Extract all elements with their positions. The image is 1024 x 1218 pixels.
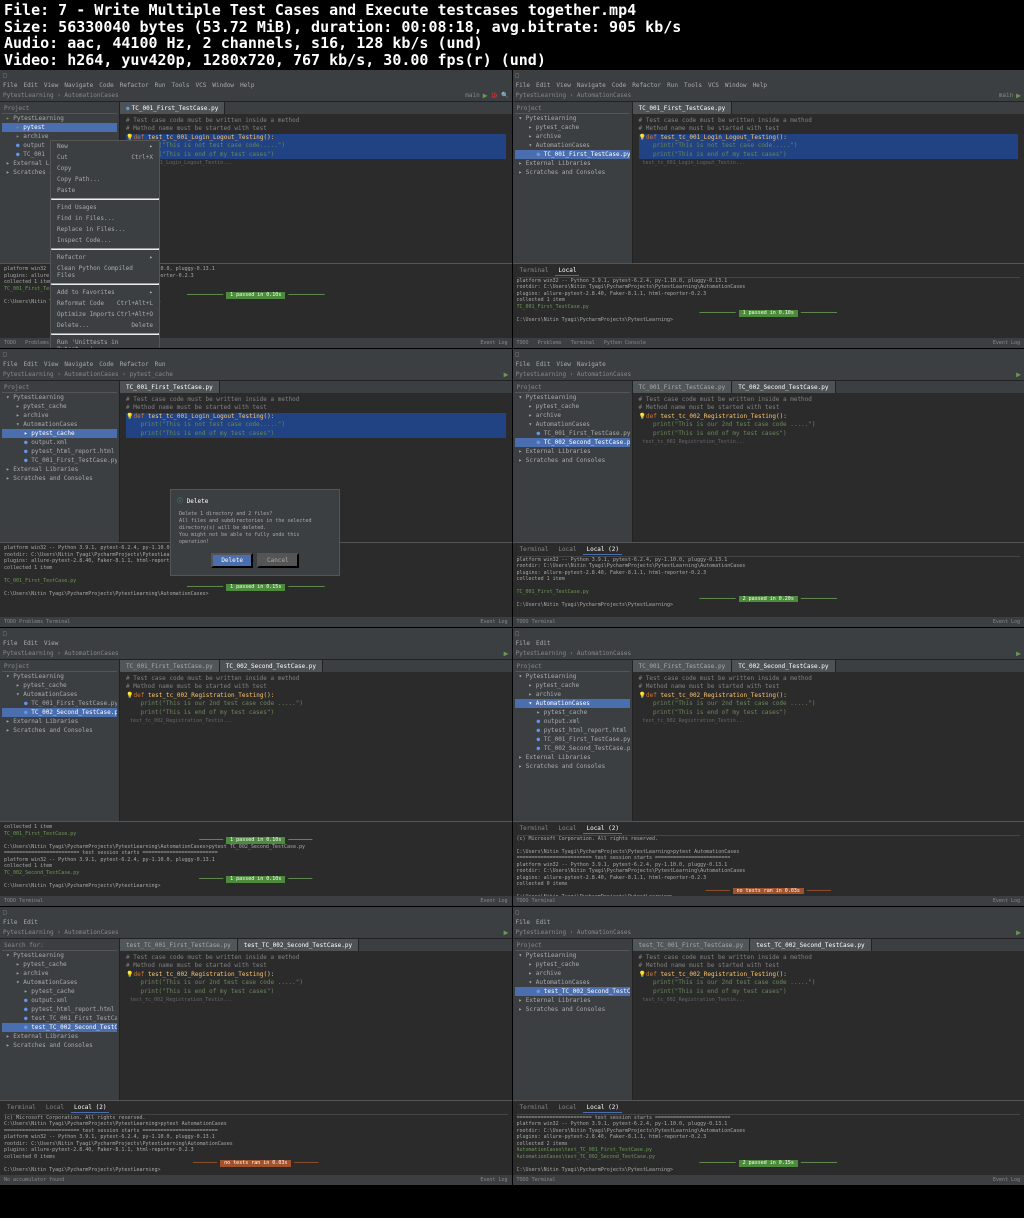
code-editor[interactable]: # Test case code must be written inside …: [633, 114, 1024, 263]
run-icon[interactable]: ▶: [1016, 91, 1021, 100]
menubar[interactable]: FileEditViewNavigateCodeRefactorRunTools…: [513, 80, 1024, 90]
delete-button[interactable]: Delete: [211, 553, 253, 568]
context-menu[interactable]: New▸ CutCtrl+X Copy Copy Path... Paste F…: [50, 140, 160, 348]
run-icon[interactable]: ▶: [483, 91, 488, 100]
search-icon[interactable]: 🔍: [501, 92, 508, 99]
window-controls-icon[interactable]: □: [516, 72, 520, 79]
file-info: File: 7 - Write Multiple Test Cases and …: [4, 2, 1020, 19]
ide-frame-2: □ FileEditViewNavigateCodeRefactorRunToo…: [513, 70, 1024, 348]
editor-tab[interactable]: TC_001_First_TestCase.py: [633, 102, 733, 114]
ide-frame-6: □ FileEdit PytestLearning › AutomationCa…: [513, 628, 1024, 906]
delete-dialog: ⓘ Delete Delete 1 directory and 2 files?…: [170, 489, 340, 576]
cancel-button[interactable]: Cancel: [257, 553, 299, 568]
ide-frame-4: □ FileEditViewNavigate PytestLearning › …: [513, 349, 1024, 627]
terminal[interactable]: TerminalLocal platform win32 -- Python 3…: [513, 263, 1024, 338]
editor-tab[interactable]: ●TC_001_First_TestCase.py: [120, 102, 225, 114]
breadcrumb[interactable]: PytestLearning › AutomationCases: [3, 92, 119, 99]
code-editor[interactable]: # Test case code must be written inside …: [120, 114, 512, 263]
window-controls-icon[interactable]: □: [3, 72, 7, 79]
video-info: Video: h264, yuv420p, 1280x720, 767 kb/s…: [4, 52, 1020, 69]
ide-frame-7: □ FileEdit PytestLearning › AutomationCa…: [0, 907, 512, 1185]
size-info: Size: 56330040 bytes (53.72 MiB), durati…: [4, 19, 1020, 36]
run-config[interactable]: main: [465, 92, 479, 99]
menubar[interactable]: FileEditViewNavigateCodeRefactorRunTools…: [0, 80, 512, 90]
ide-frame-8: □ FileEdit PytestLearning › AutomationCa…: [513, 907, 1024, 1185]
ide-frame-3: □ FileEditViewNavigateCodeRefactorRun Py…: [0, 349, 512, 627]
project-tree[interactable]: Project ▾ PytestLearning ▸ pytest_cache …: [513, 102, 633, 263]
ide-frame-1: □ FileEditViewNavigateCodeRefactorRunToo…: [0, 70, 512, 348]
audio-info: Audio: aac, 44100 Hz, 2 channels, s16, 1…: [4, 35, 1020, 52]
debug-icon[interactable]: 🐞: [491, 92, 498, 99]
ide-frame-5: □ FileEditView PytestLearning › Automati…: [0, 628, 512, 906]
